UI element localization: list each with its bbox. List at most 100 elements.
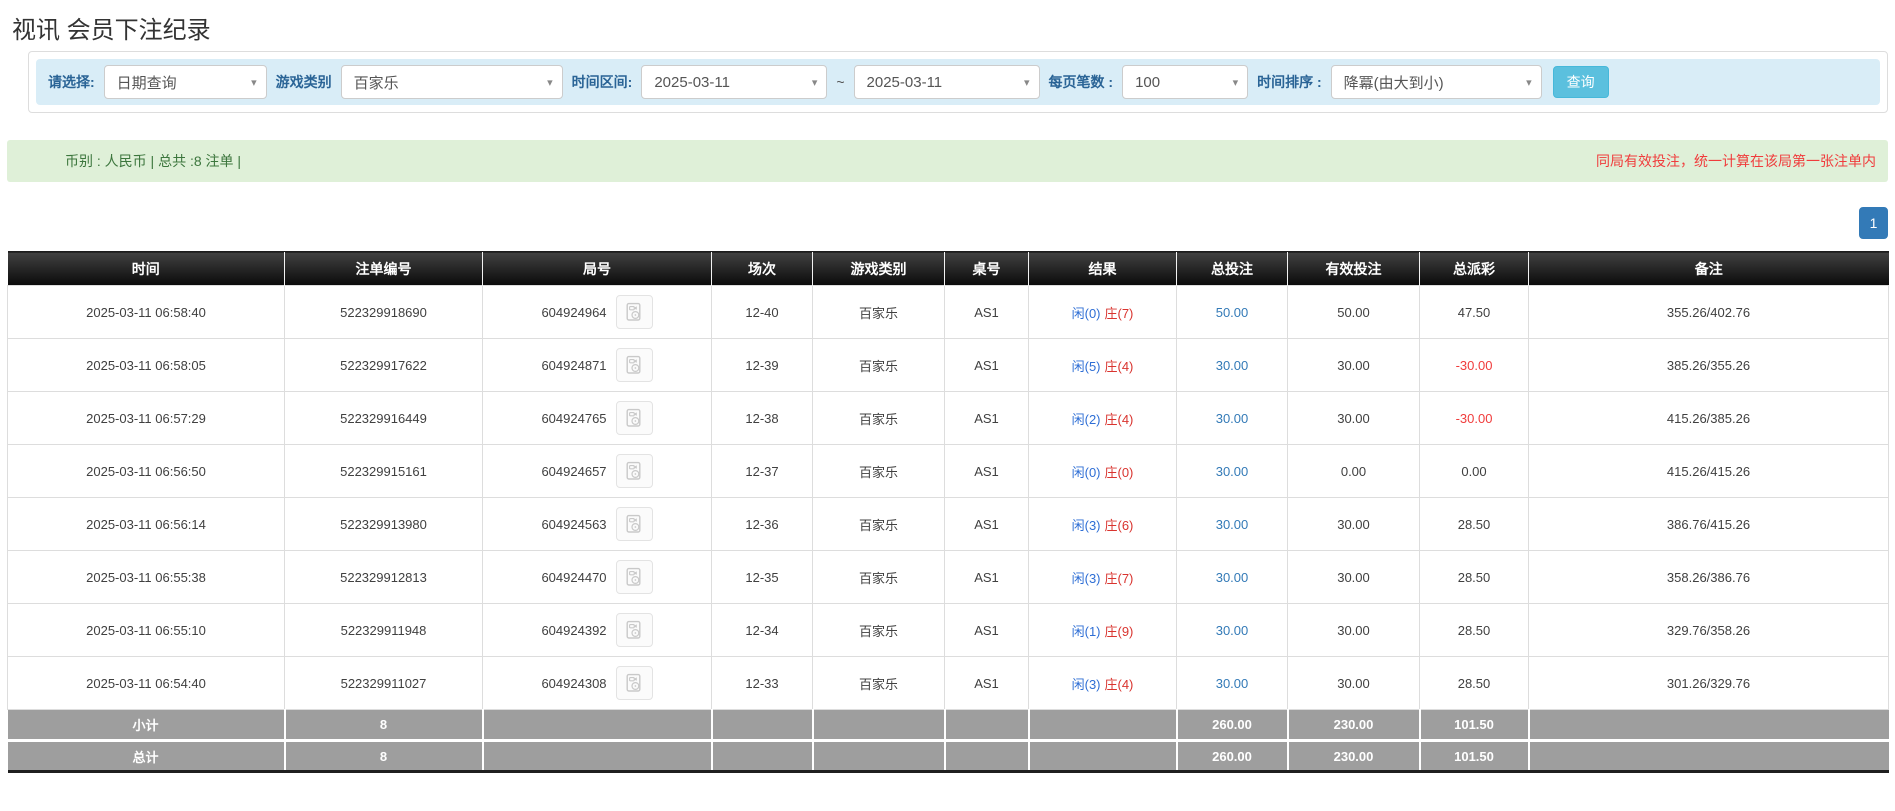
video-record-icon <box>626 673 641 692</box>
remark-cell: 415.26/385.26 <box>1528 391 1889 445</box>
date-to-select[interactable]: 2025-03-11 ▾ <box>853 65 1040 99</box>
summary-notice: 同局有效投注，统一计算在该局第一张注单内 <box>1596 153 1876 169</box>
video-record-icon <box>626 408 641 427</box>
result-player: 闲(2) <box>1071 411 1101 427</box>
time-cell: 2025-03-11 06:56:50 <box>7 444 285 498</box>
game-type-value: 百家乐 <box>353 74 399 92</box>
caret-down-icon: ▾ <box>1024 76 1030 89</box>
result-banker: 庄(9) <box>1104 623 1134 639</box>
remark-cell: 415.26/415.26 <box>1528 444 1889 498</box>
subtotal-valid-bet: 230.00 <box>1286 709 1420 741</box>
video-record-button[interactable] <box>615 666 653 700</box>
total-bet-link[interactable]: 30.00 <box>1216 358 1249 373</box>
caret-down-icon: ▾ <box>547 76 553 89</box>
result-cell: 闲(0) 庄(0) <box>1028 444 1177 498</box>
result-banker: 庄(4) <box>1104 411 1134 427</box>
total-bet-link[interactable]: 30.00 <box>1216 517 1249 532</box>
total-bet-cell: 30.00 <box>1176 444 1288 498</box>
video-record-icon <box>626 461 641 480</box>
video-record-icon <box>626 355 641 374</box>
column-header: 注单编号 <box>284 251 483 286</box>
page-size-select[interactable]: 100 ▾ <box>1122 65 1249 99</box>
total-count: 8 <box>283 739 483 772</box>
round-cell: 604924871 <box>482 338 712 392</box>
time-sort-label: 时间排序 : <box>1257 74 1322 90</box>
bet-id-cell: 522329911948 <box>284 603 483 657</box>
table-no-cell: AS1 <box>944 550 1029 604</box>
page-1-button[interactable]: 1 <box>1859 207 1888 239</box>
subtotal-row: 小计 8 260.00 230.00 101.50 <box>7 709 1889 741</box>
remark-cell: 301.26/329.76 <box>1528 656 1889 710</box>
total-bet-link[interactable]: 30.00 <box>1216 464 1249 479</box>
total-valid-bet: 230.00 <box>1286 739 1420 772</box>
result-banker: 庄(7) <box>1104 305 1134 321</box>
subtotal-total-bet: 260.00 <box>1175 709 1288 741</box>
table-row: 2025-03-11 06:56:50 522329915161 604924657… <box>7 444 1889 498</box>
search-button[interactable]: 查询 <box>1552 66 1609 98</box>
video-record-icon <box>626 567 641 586</box>
game-type-cell: 百家乐 <box>812 444 945 498</box>
time-sort-select[interactable]: 降冪(由大到小) ▾ <box>1330 65 1542 99</box>
total-total-bet: 260.00 <box>1175 739 1288 772</box>
remark-cell: 386.76/415.26 <box>1528 497 1889 551</box>
video-record-button[interactable] <box>615 295 653 329</box>
time-cell: 2025-03-11 06:56:14 <box>7 497 285 551</box>
video-record-button[interactable] <box>615 454 653 488</box>
round-cell: 604924470 <box>482 550 712 604</box>
total-bet-link[interactable]: 30.00 <box>1216 676 1249 691</box>
result-player: 闲(5) <box>1071 358 1101 374</box>
date-from-select[interactable]: 2025-03-11 ▾ <box>641 65 828 99</box>
video-record-button[interactable] <box>615 507 653 541</box>
round-id: 604924964 <box>541 304 607 320</box>
column-header: 桌号 <box>944 251 1029 286</box>
column-header: 场次 <box>711 251 813 286</box>
result-cell: 闲(3) 庄(6) <box>1028 497 1177 551</box>
result-cell: 闲(2) 庄(4) <box>1028 391 1177 445</box>
query-type-select[interactable]: 日期查询 ▾ <box>103 65 267 99</box>
valid-bet-cell: 0.00 <box>1287 444 1420 498</box>
result-player: 闲(0) <box>1071 305 1101 321</box>
caret-down-icon: ▾ <box>1232 76 1239 89</box>
table-no-cell: AS1 <box>944 285 1029 339</box>
result-banker: 庄(7) <box>1104 570 1134 586</box>
session-cell: 12-36 <box>711 497 813 551</box>
total-bet-cell: 30.00 <box>1176 391 1288 445</box>
table-no-cell: AS1 <box>944 603 1029 657</box>
result-cell: 闲(5) 庄(4) <box>1028 338 1177 392</box>
result-banker: 庄(4) <box>1104 676 1134 692</box>
video-record-button[interactable] <box>615 560 653 594</box>
total-bet-cell: 50.00 <box>1176 285 1288 339</box>
total-bet-link[interactable]: 30.00 <box>1216 411 1249 426</box>
round-cell: 604924392 <box>482 603 712 657</box>
video-record-button[interactable] <box>615 613 653 647</box>
result-cell: 闲(0) 庄(7) <box>1028 285 1177 339</box>
subtotal-label: 小计 <box>7 709 285 741</box>
game-type-cell: 百家乐 <box>812 656 945 710</box>
video-record-button[interactable] <box>615 348 653 382</box>
session-cell: 12-38 <box>711 391 813 445</box>
payout-cell: -30.00 <box>1419 391 1529 445</box>
video-record-icon <box>626 302 641 321</box>
records-table: 时间 注单编号 局号 场次 游戏类别 桌号 结果 总投注 有效投注 总派彩 备注 2025-03-1… <box>7 251 1889 773</box>
valid-bet-cell: 30.00 <box>1287 603 1420 657</box>
total-bet-link[interactable]: 30.00 <box>1216 623 1249 638</box>
video-record-icon <box>626 514 641 533</box>
total-bet-link[interactable]: 50.00 <box>1216 305 1249 320</box>
table-row: 2025-03-11 06:56:14 522329913980 604924563… <box>7 497 1889 551</box>
payout-cell: 0.00 <box>1419 444 1529 498</box>
query-type-value: 日期查询 <box>116 74 177 92</box>
summary-bar: 币别 : 人民币 | 总共 :8 注单 | 同局有效投注，统一计算在该局第一张注… <box>7 140 1888 182</box>
round-cell: 604924765 <box>482 391 712 445</box>
bet-id-cell: 522329911027 <box>284 656 483 710</box>
time-range-label: 时间区间: <box>571 74 633 90</box>
remark-cell: 385.26/355.26 <box>1528 338 1889 392</box>
caret-down-icon: ▾ <box>1526 76 1532 89</box>
column-header: 总投注 <box>1176 251 1288 286</box>
game-type-select[interactable]: 百家乐 ▾ <box>340 65 563 99</box>
column-header: 游戏类别 <box>812 251 945 286</box>
session-cell: 12-33 <box>711 656 813 710</box>
date-to-value: 2025-03-11 <box>866 73 943 91</box>
total-bet-link[interactable]: 30.00 <box>1216 570 1249 585</box>
bet-id-cell: 522329913980 <box>284 497 483 551</box>
video-record-button[interactable] <box>615 401 653 435</box>
